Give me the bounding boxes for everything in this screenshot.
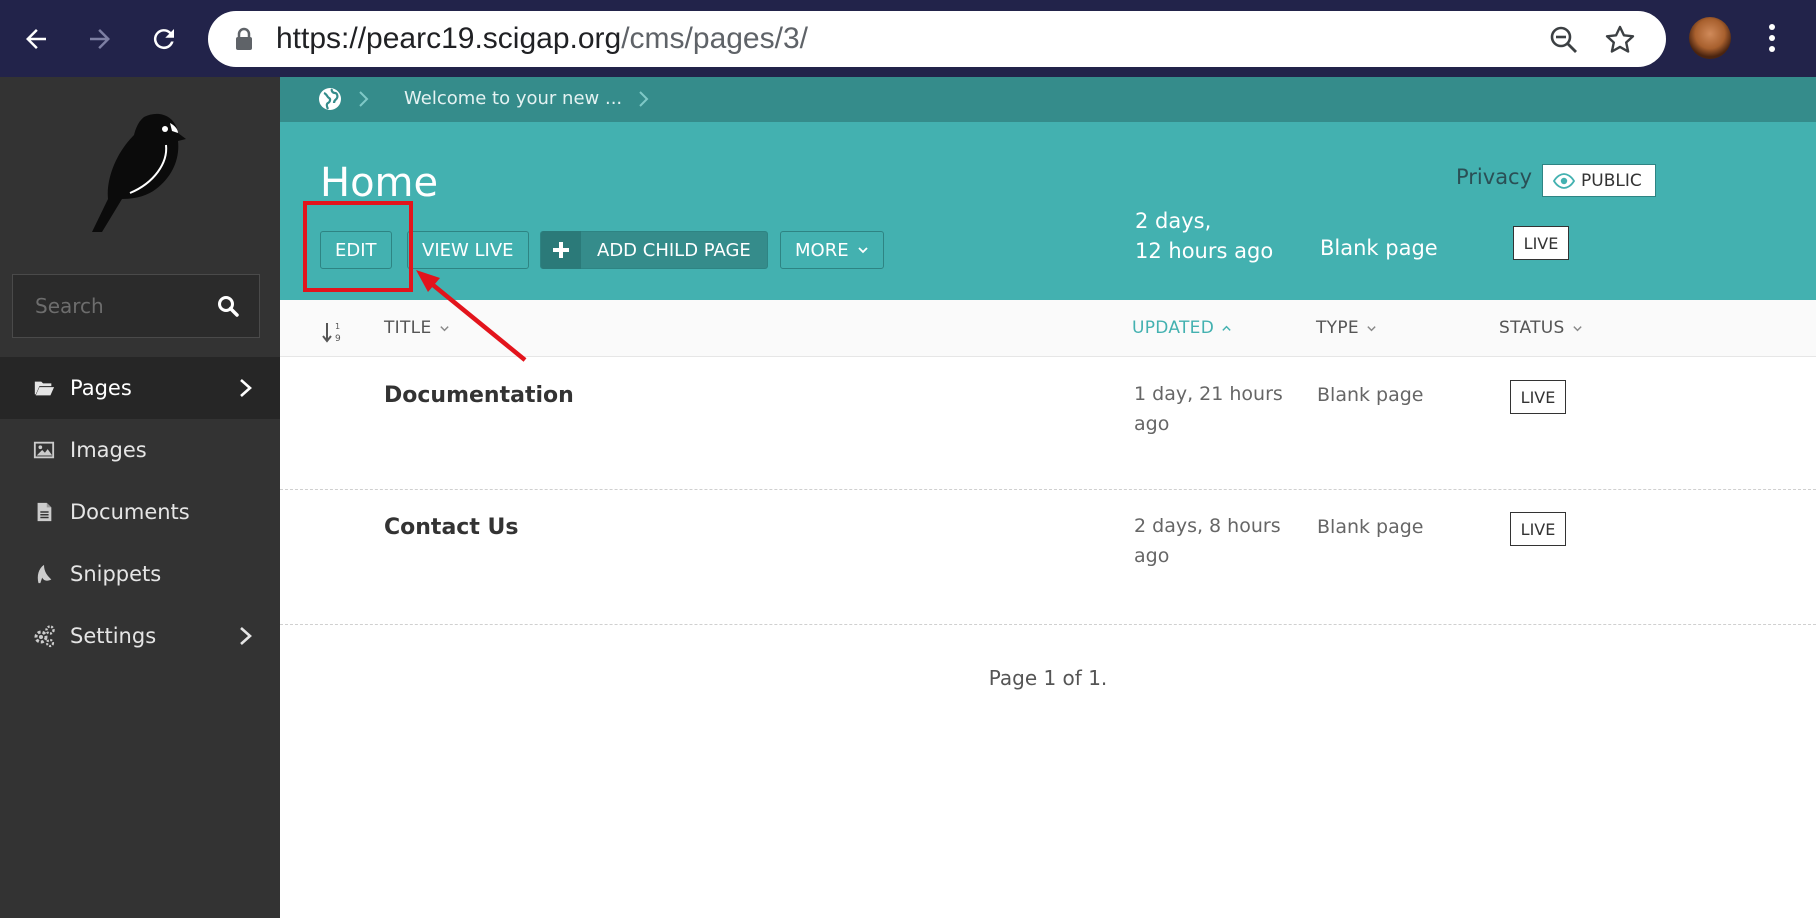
sidebar-item-label: Snippets xyxy=(70,562,162,586)
wagtail-logo[interactable] xyxy=(82,107,192,232)
header-updated: 2 days, 12 hours ago xyxy=(1135,206,1273,266)
browser-toolbar: https://pearc19.scigap.org/cms/pages/3/ xyxy=(0,0,1816,77)
image-icon xyxy=(32,438,56,462)
status-badge[interactable]: LIVE xyxy=(1513,226,1569,260)
sidebar-item-documents[interactable]: Documents xyxy=(0,481,280,543)
privacy-value: PUBLIC xyxy=(1581,170,1642,191)
browser-menu-icon[interactable] xyxy=(1760,20,1784,56)
bookmark-button[interactable] xyxy=(1604,24,1636,56)
column-header-updated-label: UPDATED xyxy=(1132,318,1215,338)
cogs-icon xyxy=(32,624,56,648)
row-updated: 2 days, 8 hours ago xyxy=(1134,515,1281,567)
search-placeholder: Search xyxy=(35,294,104,318)
sidebar-item-pages[interactable]: Pages xyxy=(0,357,280,419)
globe-icon[interactable] xyxy=(318,87,342,111)
column-header-updated[interactable]: UPDATED xyxy=(1132,318,1232,338)
breadcrumb: Welcome to your new ... xyxy=(280,77,1816,122)
sidebar-item-settings[interactable]: Settings xyxy=(0,605,280,667)
status-badge[interactable]: LIVE xyxy=(1510,512,1566,546)
privacy-button[interactable]: PUBLIC xyxy=(1542,164,1656,197)
row-title-link[interactable]: Contact Us xyxy=(384,515,518,540)
address-bar[interactable]: https://pearc19.scigap.org/cms/pages/3/ xyxy=(208,11,1666,67)
lock-icon xyxy=(236,27,252,50)
svg-text:1: 1 xyxy=(335,322,340,331)
search-input[interactable]: Search xyxy=(12,274,260,338)
table-row[interactable]: Contact Us 2 days, 8 hours ago Blank pag… xyxy=(280,490,1816,625)
header-updated-line2: 12 hours ago xyxy=(1135,239,1274,263)
chevron-right-icon xyxy=(240,627,252,645)
star-icon xyxy=(1605,25,1635,53)
sidebar-menu: Pages Images Documents Snippets Settings xyxy=(0,357,280,667)
privacy-label: Privacy xyxy=(1456,165,1533,189)
page-title: Home xyxy=(320,160,439,206)
eye-icon xyxy=(1553,172,1575,189)
row-type: Blank page xyxy=(1317,384,1424,406)
forward-button[interactable] xyxy=(78,17,122,61)
search-icon[interactable] xyxy=(217,295,239,317)
breadcrumb-item[interactable]: Welcome to your new ... xyxy=(404,88,622,109)
folder-open-icon xyxy=(32,376,56,400)
chevron-down-icon xyxy=(857,247,868,254)
svg-text:9: 9 xyxy=(335,334,341,344)
reload-button[interactable] xyxy=(142,17,186,61)
chevron-down-icon xyxy=(1367,325,1376,331)
column-header-status[interactable]: STATUS xyxy=(1499,318,1583,338)
table-row[interactable]: Documentation 1 day, 21 hours ago Blank … xyxy=(280,357,1816,490)
zoom-out-icon xyxy=(1550,26,1577,53)
add-child-page-button[interactable]: ADD CHILD PAGE xyxy=(540,231,768,269)
back-button[interactable] xyxy=(14,17,58,61)
annotation-highlight-box xyxy=(303,201,413,292)
forward-arrow-icon xyxy=(90,29,110,49)
plus-icon xyxy=(541,231,581,269)
zoom-button[interactable] xyxy=(1548,24,1580,56)
more-button[interactable]: MORE xyxy=(780,231,884,269)
sidebar: Search Pages Images Documents Snippets S… xyxy=(0,77,280,918)
breadcrumb-chevron-icon xyxy=(359,91,369,107)
chevron-down-icon xyxy=(1572,325,1582,331)
pagination-text: Page 1 of 1. xyxy=(988,666,1108,690)
breadcrumb-chevron-icon xyxy=(639,91,649,107)
chevron-right-icon xyxy=(240,379,252,397)
add-child-page-label: ADD CHILD PAGE xyxy=(597,239,751,261)
column-header-type-label: TYPE xyxy=(1316,318,1359,338)
row-type: Blank page xyxy=(1317,516,1424,538)
row-title-link[interactable]: Documentation xyxy=(384,383,574,408)
sidebar-item-label: Pages xyxy=(70,376,132,400)
header-type: Blank page xyxy=(1320,236,1438,260)
reload-icon xyxy=(153,29,174,50)
sidebar-item-label: Documents xyxy=(70,500,190,524)
url-text[interactable]: https://pearc19.scigap.org/cms/pages/3/ xyxy=(276,22,808,56)
document-icon xyxy=(32,500,56,524)
sidebar-item-label: Settings xyxy=(70,624,157,648)
snippet-icon xyxy=(32,562,56,586)
status-badge[interactable]: LIVE xyxy=(1510,380,1566,414)
profile-avatar[interactable] xyxy=(1689,17,1731,59)
sort-order-icon[interactable]: 19 xyxy=(322,320,344,344)
sidebar-item-snippets[interactable]: Snippets xyxy=(0,543,280,605)
column-header-type[interactable]: TYPE xyxy=(1316,318,1377,338)
more-label: MORE xyxy=(795,239,849,261)
row-updated: 1 day, 21 hours ago xyxy=(1134,383,1283,435)
back-arrow-icon xyxy=(26,29,46,49)
chevron-up-icon xyxy=(1222,325,1231,331)
column-header-status-label: STATUS xyxy=(1499,318,1565,338)
header-updated-line1: 2 days, xyxy=(1135,209,1212,233)
annotation-arrow-icon xyxy=(416,270,527,362)
sidebar-item-images[interactable]: Images xyxy=(0,419,280,481)
sidebar-item-label: Images xyxy=(70,438,147,462)
